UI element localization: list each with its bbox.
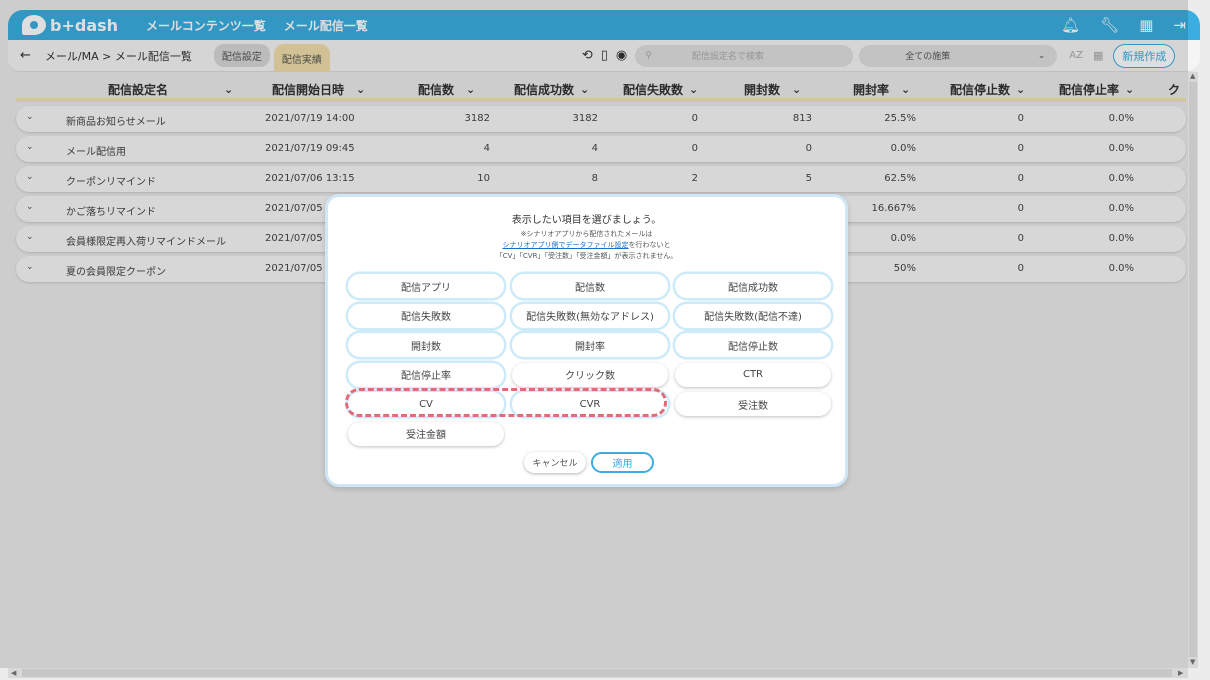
modal-title: 表示したい項目を選びましょう。 — [511, 215, 662, 226]
option-toggle[interactable]: 開封数 — [348, 333, 504, 357]
apply-button[interactable]: 適用 — [591, 452, 654, 473]
note-line-2: シナリオアプリ側でデータファイル設定を行わないと — [328, 240, 845, 251]
option-toggle[interactable]: 配信アプリ — [348, 274, 504, 298]
scroll-left-icon[interactable]: ◀ — [11, 669, 16, 677]
scroll-thumb[interactable] — [22, 669, 1172, 677]
option-toggle[interactable]: CTR — [675, 362, 831, 387]
option-toggle[interactable]: 受注数 — [675, 392, 831, 416]
option-toggle[interactable]: 配信停止数 — [675, 333, 831, 357]
option-toggle[interactable]: 配信成功数 — [675, 274, 831, 298]
column-select-modal: 表示したい項目を選びましょう。 ※シナリオアプリから配信されたメールは シナリオ… — [325, 194, 848, 487]
modal-notes: ※シナリオアプリから配信されたメールは シナリオアプリ側でデータファイル設定を行… — [328, 229, 845, 262]
scroll-thumb[interactable] — [1189, 82, 1197, 657]
option-toggle[interactable]: 配信数 — [512, 274, 668, 298]
option-toggle[interactable]: 配信失敗数(無効なアドレス) — [512, 303, 668, 328]
option-toggle[interactable]: クリック数 — [512, 362, 668, 387]
option-toggle[interactable]: 開封率 — [512, 333, 668, 357]
scroll-down-icon[interactable]: ▼ — [1190, 658, 1195, 666]
note-line-3: 「CV」「CVR」「受注数」「受注金額」が表示されません。 — [495, 252, 678, 260]
scenario-settings-link[interactable]: シナリオアプリ側でデータファイル設定 — [503, 241, 629, 249]
option-toggle[interactable]: 配信失敗数 — [348, 303, 504, 328]
note-line-1: ※シナリオアプリから配信されたメールは — [520, 230, 653, 238]
scroll-right-icon[interactable]: ▶ — [1178, 669, 1183, 677]
option-toggle[interactable]: CVR — [512, 392, 668, 416]
option-toggle[interactable]: 配信停止率 — [348, 362, 504, 387]
horizontal-scrollbar[interactable]: ◀ ▶ — [8, 668, 1188, 678]
scroll-up-icon[interactable]: ▲ — [1190, 72, 1195, 80]
note-tail: を行わないと — [628, 241, 671, 249]
option-toggle[interactable]: 配信失敗数(配信不達) — [675, 303, 831, 328]
vertical-scrollbar[interactable]: ▲ ▼ — [1188, 72, 1198, 668]
option-toggle[interactable]: CV — [348, 392, 504, 416]
cancel-button[interactable]: キャンセル — [524, 452, 586, 473]
option-toggle[interactable]: 受注金額 — [348, 421, 504, 446]
